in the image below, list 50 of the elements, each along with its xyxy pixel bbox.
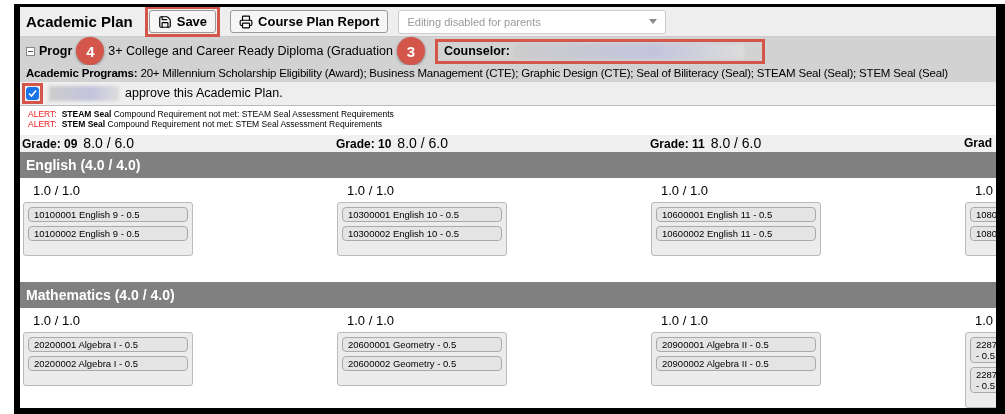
course-chip[interactable]: 2287 - 0.5	[970, 337, 996, 363]
course-chip[interactable]: 10600002 English 11 - 0.5	[656, 226, 816, 241]
program-value: 3+ College and Career Ready Diploma (Graduation	[108, 44, 393, 58]
collapse-toggle[interactable]	[26, 46, 35, 56]
grade-label: Grad	[964, 136, 992, 151]
course-chip[interactable]: 20900002 Algebra II - 0.5	[656, 356, 816, 371]
step-marker: 3	[396, 37, 425, 65]
academic-programs-text: Academic Programs: 20+ Millennium Scholarship Eligibility (Award); Business Management (CTE); Graphic Design (CTE); Seal of Biliteracy (Seal); STEAM Seal (Seal); STEM Seal (Seal)	[26, 67, 948, 80]
printer-icon	[239, 14, 254, 29]
course-chip[interactable]: 2287 - 0.5	[970, 367, 996, 393]
report-button[interactable]: Course Plan Report	[230, 10, 389, 33]
course-chip[interactable]: 20200002 Algebra I - 0.5	[28, 356, 188, 371]
blurred-name	[49, 85, 119, 101]
program-label: Progr	[39, 44, 73, 58]
grade-credits: 8.0 / 6.0	[710, 135, 762, 152]
course-chip[interactable]: 10100001 English 9 - 0.5	[28, 207, 188, 222]
course-chip[interactable]: 10300001 English 10 - 0.5	[342, 207, 502, 222]
course-chip[interactable]: 1080	[970, 207, 996, 222]
caret-icon	[649, 19, 658, 24]
grade-label: Grade: 09	[22, 137, 78, 152]
course-chip[interactable]: 1080	[970, 226, 996, 241]
subject-header: English (4.0 / 4.0)	[20, 152, 996, 178]
credit-text: 1.0 / 1.0	[660, 183, 709, 198]
alert-message: ALERT: STEAM Seal Compound Requirement not met: STEAM Seal Assessment Requirements	[28, 108, 395, 119]
credit-text: 1.0 / 1.0	[346, 183, 395, 198]
save-button[interactable]: Save	[148, 10, 217, 33]
course-chip[interactable]: 20600001 Geometry - 0.5	[342, 337, 502, 352]
grade-label: Grade: 11	[650, 137, 705, 152]
course-chip[interactable]: 10600001 English 11 - 0.5	[656, 207, 816, 222]
counselor-label: Counselor:	[443, 44, 510, 58]
subject-header: Mathematics (4.0 / 4.0)	[20, 282, 996, 308]
credit-text: 1.0 / 1.0	[346, 313, 395, 328]
page-title: Academic Plan	[26, 13, 133, 30]
course-chip[interactable]: 20600002 Geometry - 0.5	[342, 356, 502, 371]
course-chip[interactable]: 10100002 English 9 - 0.5	[28, 226, 188, 241]
credit-text: 1.0 / 1.0	[32, 313, 81, 328]
credit-text: 1.0 / 1.0	[660, 313, 709, 328]
grade-label: Grade: 10	[336, 137, 392, 152]
course-chip[interactable]: 20900001 Algebra II - 0.5	[656, 337, 816, 352]
grade-credits: 8.0 / 6.0	[83, 135, 134, 152]
grade-credits: 8.0 / 6.0	[397, 135, 448, 152]
floppy-icon	[157, 14, 172, 29]
credit-text: 1.0	[974, 183, 995, 198]
alert-message: ALERT: STEM Seal Compound Requirement not met: STEM Seal Assessment Requirements	[28, 118, 382, 129]
credit-text: 1.0 / 1.0	[32, 183, 81, 198]
approve-label: approve this Academic Plan.	[125, 86, 283, 101]
credit-text: 1.0	[974, 313, 995, 328]
step-marker: 4	[76, 37, 105, 65]
course-chip[interactable]: 10300002 English 10 - 0.5	[342, 226, 502, 241]
course-chip[interactable]: 20200001 Algebra I - 0.5	[28, 337, 188, 352]
